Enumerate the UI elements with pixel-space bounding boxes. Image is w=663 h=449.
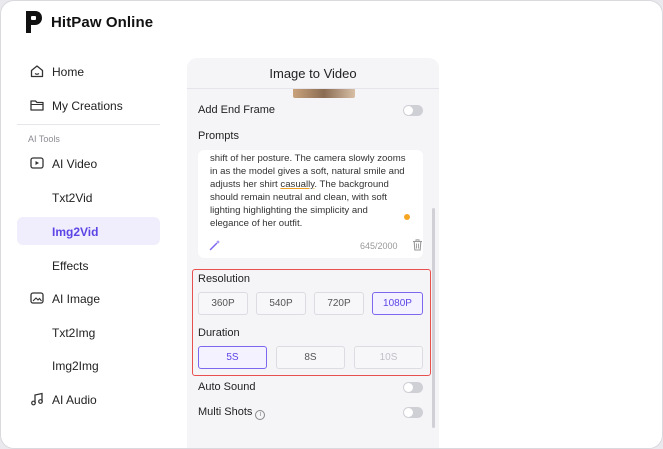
spellcheck-word[interactable]: casually: [280, 179, 314, 190]
sidebar-item-label: My Creations: [52, 99, 123, 113]
multi-shots-label: Multi Shots i: [198, 406, 266, 420]
sidebar-item-label: Img2Vid: [52, 225, 99, 239]
sidebar-item-label: Img2Img: [52, 359, 99, 373]
magic-wand-icon[interactable]: [209, 239, 221, 251]
sidebar-item-home[interactable]: Home: [17, 57, 160, 85]
home-icon: [30, 65, 44, 78]
auto-sound-toggle[interactable]: [403, 382, 423, 393]
character-counter: 645/2000: [360, 241, 398, 251]
sidebar-item-label: Txt2Img: [52, 326, 96, 340]
annotation-highlight-box: [192, 269, 431, 376]
sidebar-item-label: Effects: [52, 259, 89, 273]
info-icon[interactable]: i: [255, 410, 266, 420]
prompt-textarea[interactable]: shift of her posture. The camera slowly …: [198, 150, 423, 258]
music-icon: [31, 392, 43, 406]
app-name: HitPaw Online: [51, 13, 154, 31]
brand[interactable]: HitPaw Online: [23, 9, 153, 35]
auto-sound-label: Auto Sound: [198, 381, 256, 393]
multi-shots-toggle[interactable]: [403, 407, 423, 418]
sidebar-item-label: AI Audio: [52, 393, 97, 407]
app-window: HitPaw Online Home My Creations AI Tools…: [0, 0, 663, 449]
prompt-text: shift of her posture. The camera slowly …: [210, 153, 406, 229]
add-end-frame-toggle[interactable]: [403, 105, 423, 116]
sidebar-item-label: AI Image: [52, 292, 101, 306]
sidebar-item-label: Home: [52, 65, 85, 79]
trash-icon[interactable]: [412, 239, 423, 251]
video-icon: [30, 157, 44, 169]
image-to-video-panel: Image to Video Add End Frame Prompts shi…: [187, 58, 439, 448]
sidebar-divider: [17, 124, 160, 125]
folder-icon: [30, 100, 44, 111]
sidebar-item-label: Txt2Vid: [52, 191, 93, 205]
panel-scrollbar[interactable]: [432, 208, 435, 428]
image-icon: [30, 292, 44, 304]
sidebar-item-ai-image[interactable]: AI Image: [17, 284, 160, 312]
panel-title: Image to Video: [269, 66, 357, 81]
sidebar-item-my-creations[interactable]: My Creations: [17, 91, 160, 119]
sidebar-item-img2vid[interactable]: Img2Vid: [17, 217, 160, 245]
uploaded-image-thumbnail[interactable]: [293, 89, 355, 98]
prompts-label: Prompts: [198, 130, 239, 142]
sidebar-item-ai-audio[interactable]: AI Audio: [17, 385, 160, 413]
sidebar-item-txt2vid[interactable]: Txt2Vid: [17, 183, 160, 211]
section-label: AI Tools: [28, 134, 60, 144]
sidebar-item-img2img[interactable]: Img2Img: [17, 351, 160, 379]
sidebar-item-ai-video[interactable]: AI Video: [17, 149, 160, 177]
sidebar-item-txt2img[interactable]: Txt2Img: [17, 318, 160, 346]
add-end-frame-label: Add End Frame: [198, 104, 276, 116]
grammar-indicator-icon[interactable]: [404, 214, 410, 220]
sidebar-item-label: AI Video: [52, 157, 98, 171]
sidebar-item-effects[interactable]: Effects: [17, 251, 160, 279]
hitpaw-logo-icon: [26, 11, 42, 33]
